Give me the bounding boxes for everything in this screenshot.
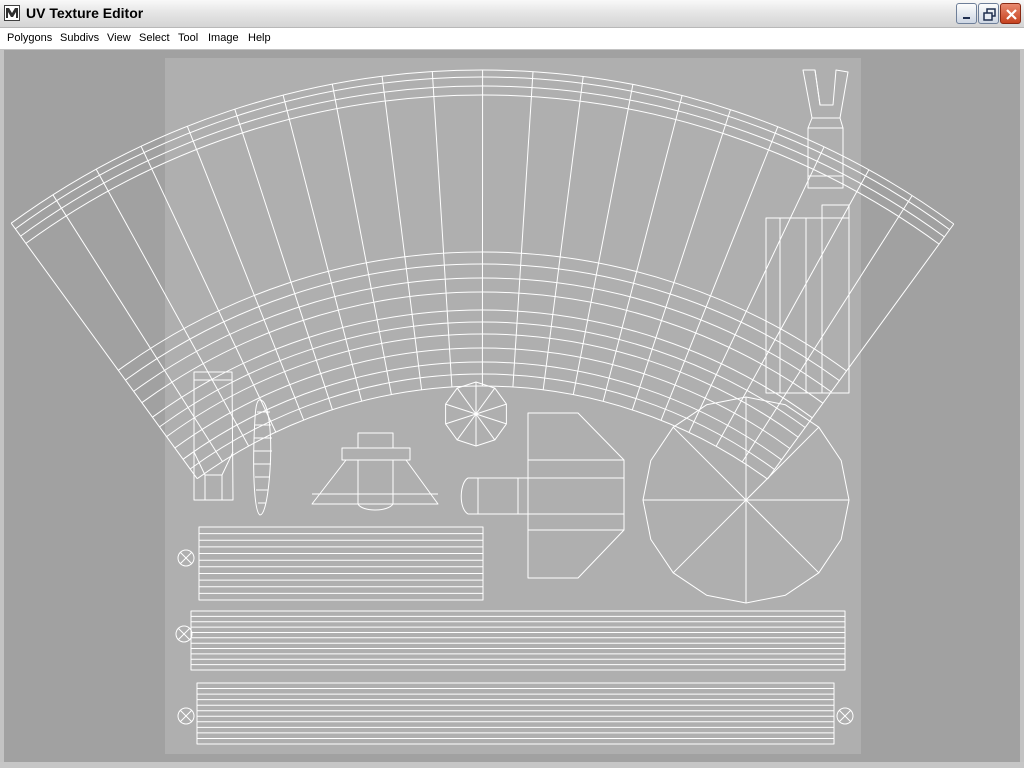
uv-shell-end-caps[interactable]	[175, 549, 854, 725]
uv-shell-cap-large[interactable]	[642, 396, 850, 604]
uv-shell-left-narrow[interactable]	[193, 371, 234, 501]
uv-shell-strip-3[interactable]	[196, 682, 835, 745]
uv-shell-arc[interactable]	[10, 69, 955, 480]
uv-shell-trapezoid[interactable]	[311, 432, 439, 511]
uv-shell-strip-2[interactable]	[190, 610, 846, 671]
uv-shell-cross[interactable]	[460, 412, 625, 579]
bottom-edge	[0, 762, 1024, 768]
uv-wireframe[interactable]	[0, 0, 1024, 768]
uv-shell-strip-1[interactable]	[198, 526, 484, 601]
uv-shell-strip-right[interactable]	[765, 204, 850, 394]
uv-shell-cap-small[interactable]	[445, 381, 507, 447]
uv-shell-small-top-right[interactable]	[802, 69, 849, 189]
